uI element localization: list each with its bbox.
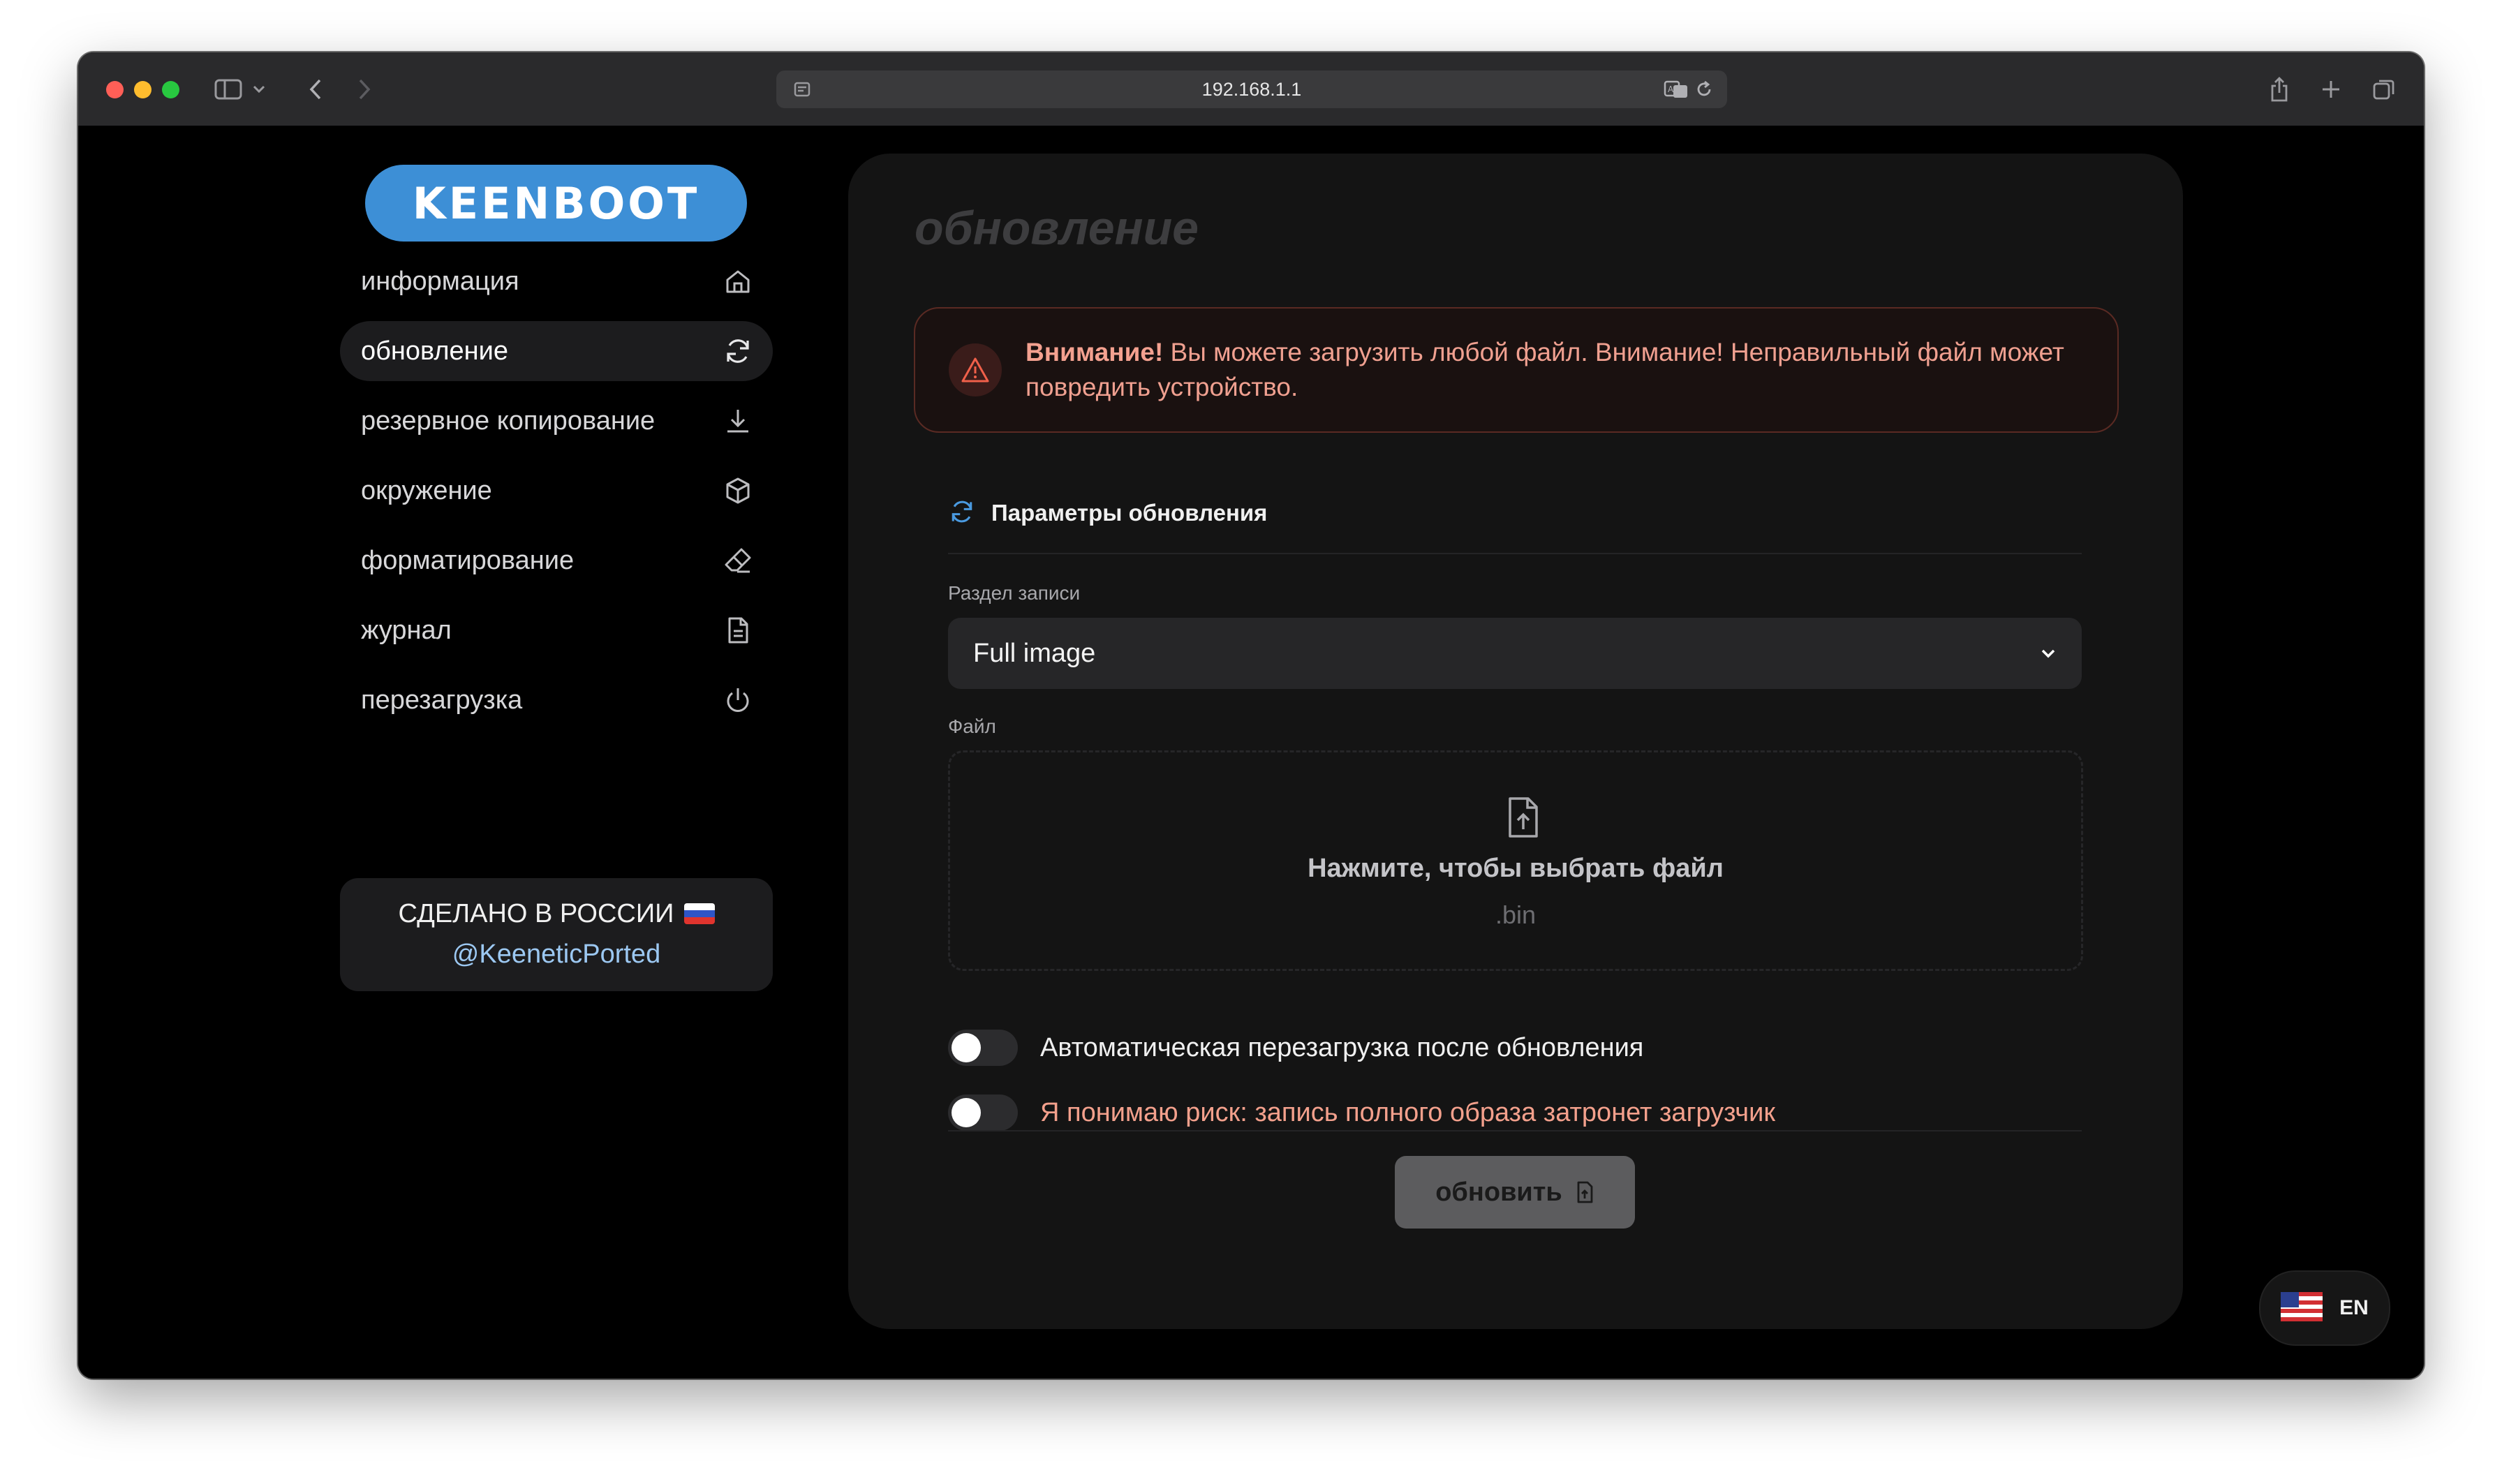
language-switcher[interactable]: EN xyxy=(2259,1270,2390,1346)
file-upload-icon xyxy=(1503,796,1542,839)
section-title: Параметры обновления xyxy=(991,500,1268,526)
risk-acknowledge-toggle[interactable] xyxy=(948,1095,1018,1131)
telegram-link[interactable]: @KeeneticPorted xyxy=(340,940,773,970)
auto-reboot-toggle[interactable] xyxy=(948,1030,1018,1066)
box-icon xyxy=(723,475,753,506)
close-window-button[interactable] xyxy=(106,81,124,98)
maximize-window-button[interactable] xyxy=(162,81,179,98)
warning-strong: Внимание! xyxy=(1026,338,1164,366)
keenboot-logo[interactable]: KEENBOOT xyxy=(365,165,747,242)
made-in-text: СДЕЛАНО В РОССИИ xyxy=(398,899,674,928)
made-in-title: СДЕЛАНО В РОССИИ xyxy=(340,899,773,929)
power-icon xyxy=(723,685,753,715)
update-button[interactable]: обновить xyxy=(1395,1156,1635,1229)
toggle-knob xyxy=(952,1033,981,1062)
warning-alert: Внимание! Вы можете загрузить любой файл… xyxy=(914,307,2119,433)
file-dropzone[interactable]: Нажмите, чтобы выбрать файл .bin xyxy=(948,750,2083,971)
sidebar-item-update[interactable]: обновление xyxy=(340,321,773,381)
bottom-divider xyxy=(948,1130,2082,1131)
partition-select[interactable]: Full image xyxy=(948,618,2082,689)
new-tab-icon[interactable] xyxy=(2315,73,2347,105)
update-button-label: обновить xyxy=(1435,1177,1562,1207)
browser-toolbar: 192.168.1.1 A xyxy=(78,52,2424,127)
url-text: 192.168.1.1 xyxy=(1201,79,1302,100)
dropzone-text: Нажмите, чтобы выбрать файл xyxy=(1308,854,1724,883)
page-title: обновление xyxy=(915,202,1199,255)
reload-icon[interactable] xyxy=(1688,73,1720,105)
file-upload-icon xyxy=(1575,1181,1594,1203)
warning-text: Внимание! Вы можете загрузить любой файл… xyxy=(1026,335,2087,405)
browser-window: 192.168.1.1 A KEENBOOT информация обновл… xyxy=(78,52,2424,1379)
dropzone-extension: .bin xyxy=(1495,900,1537,929)
sidebar-item-environment[interactable]: окружение xyxy=(340,461,773,521)
address-bar[interactable]: 192.168.1.1 A xyxy=(776,71,1727,108)
minimize-window-button[interactable] xyxy=(134,81,151,98)
sidebar-item-format[interactable]: форматирование xyxy=(340,530,773,591)
warning-icon xyxy=(949,343,1002,396)
share-icon[interactable] xyxy=(2263,73,2295,105)
warning-body: Вы можете загрузить любой файл. Внимание… xyxy=(1026,338,2064,401)
svg-text:A: A xyxy=(1668,84,1674,94)
toggle-knob xyxy=(952,1098,981,1127)
sidebar-item-label: окружение xyxy=(361,475,492,505)
auto-reboot-label: Автоматическая перезагрузка после обновл… xyxy=(1040,1032,1644,1062)
sidebar-item-reboot[interactable]: перезагрузка xyxy=(340,670,773,730)
refresh-icon xyxy=(948,498,976,529)
made-in-russia-box: СДЕЛАНО В РОССИИ @KeeneticPorted xyxy=(340,878,773,991)
auto-reboot-toggle-row: Автоматическая перезагрузка после обновл… xyxy=(948,1027,1643,1069)
us-flag-icon xyxy=(2281,1291,2323,1325)
sidebar-item-label: журнал xyxy=(361,615,452,645)
document-icon xyxy=(723,615,753,646)
page-content: KEENBOOT информация обновление резервное… xyxy=(78,126,2424,1379)
section-divider xyxy=(948,553,2082,554)
chevron-down-icon xyxy=(2037,642,2059,665)
sidebar-item-label: перезагрузка xyxy=(361,685,523,715)
update-panel: обновление Внимание! Вы можете загрузить… xyxy=(848,154,2183,1329)
home-icon xyxy=(723,266,753,297)
sidebar-item-backup[interactable]: резервное копирование xyxy=(340,391,773,451)
sidebar-toggle-icon[interactable] xyxy=(212,73,244,105)
forward-icon[interactable] xyxy=(350,73,378,105)
section-header: Параметры обновления xyxy=(948,496,1267,530)
tab-overview-icon[interactable] xyxy=(2368,73,2400,105)
partition-select-value: Full image xyxy=(973,639,1096,668)
risk-label: Я понимаю риск: запись полного образа за… xyxy=(1040,1097,1775,1127)
eraser-icon xyxy=(723,545,753,576)
download-icon xyxy=(723,406,753,436)
file-label: Файл xyxy=(948,715,996,737)
sidebar-item-label: резервное копирование xyxy=(361,406,656,436)
russia-flag-icon xyxy=(683,903,715,924)
sidebar-item-label: обновление xyxy=(361,336,508,366)
risk-toggle-row: Я понимаю риск: запись полного образа за… xyxy=(948,1092,1775,1134)
sidebar-item-label: информация xyxy=(361,266,519,296)
refresh-icon xyxy=(723,336,753,366)
language-code: EN xyxy=(2339,1296,2369,1319)
sidebar-item-info[interactable]: информация xyxy=(340,251,773,311)
back-icon[interactable] xyxy=(302,73,330,105)
sidebar-item-label: форматирование xyxy=(361,545,575,575)
sidebar-item-log[interactable]: журнал xyxy=(340,600,773,660)
partition-label: Раздел записи xyxy=(948,582,1081,604)
chevron-down-icon[interactable] xyxy=(251,73,267,105)
